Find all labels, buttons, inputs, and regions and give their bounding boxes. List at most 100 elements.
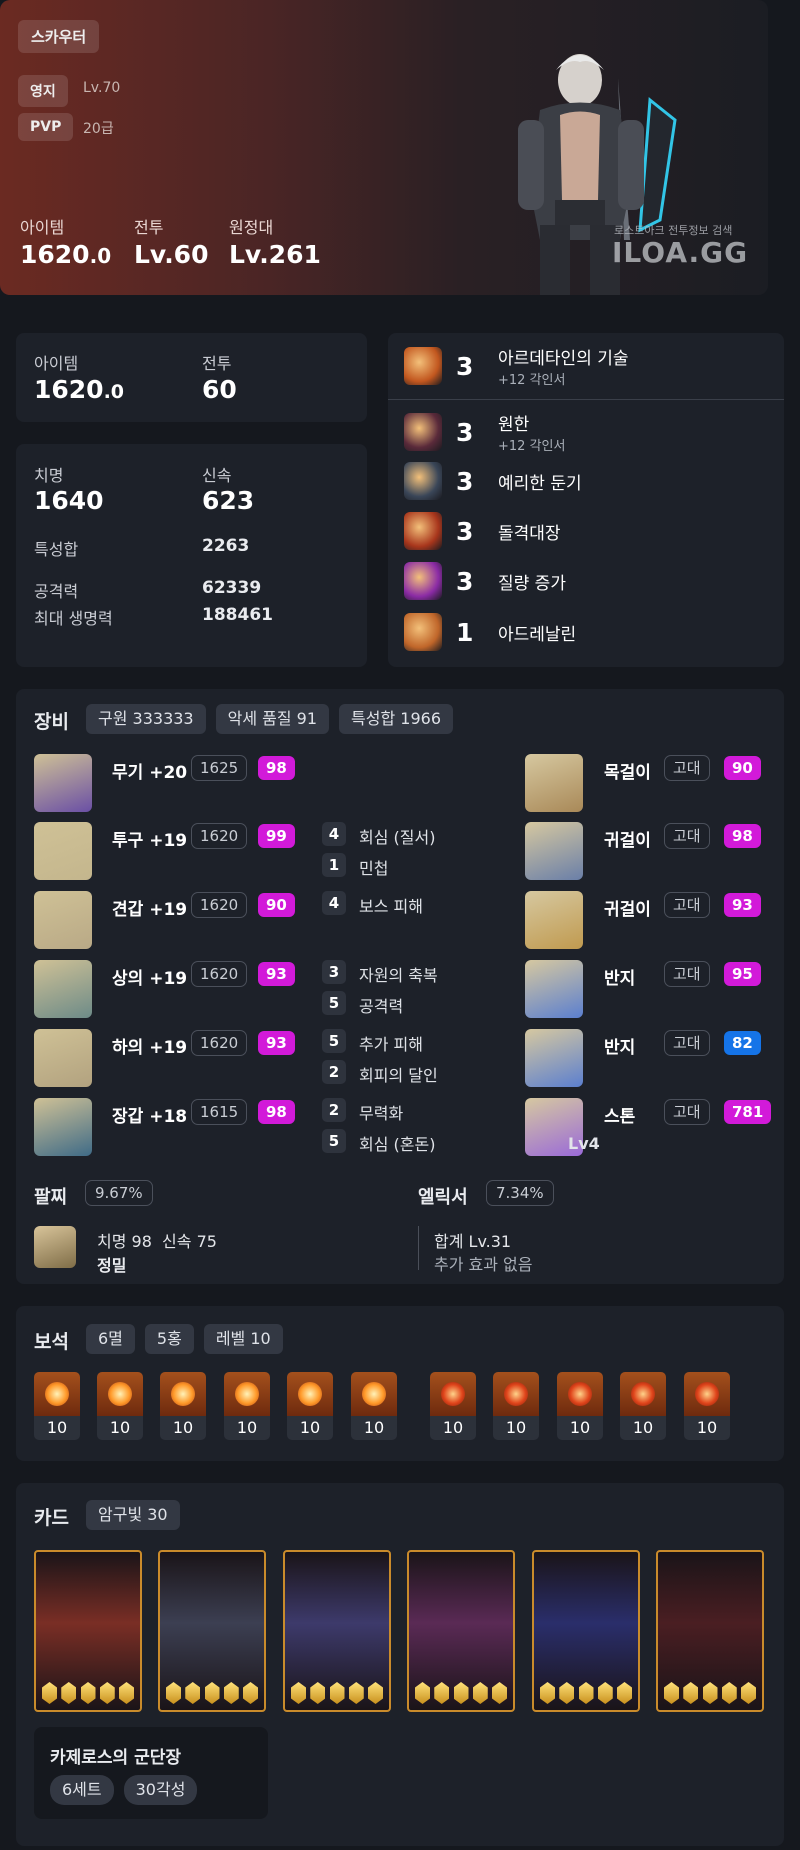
gem-level: 10 <box>620 1416 666 1440</box>
accessory-name: 목걸이 <box>604 763 651 783</box>
gear-icon[interactable] <box>34 754 92 812</box>
gear-icon[interactable] <box>34 891 92 949</box>
accessory-icon[interactable] <box>525 754 583 812</box>
option-name: 보스 피해 <box>359 897 423 916</box>
gear-name: 장갑 +18 <box>112 1107 188 1127</box>
awakening-gems <box>540 1682 632 1704</box>
hero-combat-value: Lv.60 <box>134 240 209 269</box>
option-level: 1 <box>322 853 346 877</box>
awakening-gems <box>42 1682 134 1704</box>
gem-slot[interactable]: 10 <box>493 1372 539 1440</box>
summary-card: 아이템 1620.0 전투 60 <box>16 333 367 422</box>
gem-slot[interactable]: 10 <box>224 1372 270 1440</box>
gem-slot[interactable]: 10 <box>97 1372 143 1440</box>
engraving-name: 예리한 둔기 <box>498 473 582 494</box>
gear-item-level: 1620 <box>191 961 248 987</box>
gem-icon <box>160 1372 206 1416</box>
gems-pill: 레벨 10 <box>203 1324 283 1354</box>
accessory-name: 귀걸이 <box>604 900 651 920</box>
legendary-card[interactable] <box>407 1550 515 1712</box>
summary-item-value: 1620.0 <box>34 375 125 404</box>
legendary-card[interactable] <box>34 1550 142 1712</box>
option-name: 민첩 <box>359 859 389 878</box>
accessory-quality: 95 <box>724 962 761 986</box>
crit-value: 1640 <box>34 486 104 515</box>
gem-icon <box>351 1372 397 1416</box>
elixir-total: 합계 Lv.31 <box>434 1232 512 1251</box>
accessory-icon[interactable] <box>525 822 583 880</box>
card-set-pills: 6세트 30각성 <box>50 1775 198 1805</box>
option-level: 4 <box>322 822 346 846</box>
gem-icon <box>430 1372 476 1416</box>
accessory-name: 반지 <box>604 969 636 989</box>
legendary-card[interactable] <box>283 1550 391 1712</box>
max-hp-label: 최대 생명력 <box>34 609 113 628</box>
option-level: 2 <box>322 1060 346 1084</box>
elixir-label: 엘릭서 <box>418 1187 468 1208</box>
gem-level: 10 <box>160 1416 206 1440</box>
engraving-book: +12 각인서 <box>498 373 566 388</box>
equipment-pill: 악세 품질 91 <box>215 704 330 734</box>
gear-quality: 93 <box>258 962 295 986</box>
gear-icon[interactable] <box>34 1098 92 1156</box>
gem-level: 10 <box>34 1416 80 1440</box>
gem-level: 10 <box>224 1416 270 1440</box>
card-set-pill: 30각성 <box>123 1775 198 1805</box>
gem-slot[interactable]: 10 <box>34 1372 80 1440</box>
engraving-row[interactable]: 3 예리한 둔기 <box>404 458 582 504</box>
accessory-grade: 고대 <box>664 755 710 781</box>
class-tag: 스카우터 <box>18 20 100 53</box>
engraving-name: 원한 <box>498 415 530 435</box>
gem-icon <box>684 1372 730 1416</box>
option-name: 회심 (혼돈) <box>359 1135 436 1154</box>
engraving-icon <box>404 413 442 451</box>
engraving-row[interactable]: 1 아드레날린 <box>404 609 576 655</box>
accessory-quality: 781 <box>724 1100 772 1124</box>
bracelet-icon[interactable] <box>34 1226 76 1268</box>
accessory-icon[interactable] <box>525 1029 583 1087</box>
accessory-icon[interactable] <box>525 891 583 949</box>
accessory-icon[interactable] <box>525 960 583 1018</box>
legendary-card[interactable] <box>532 1550 640 1712</box>
card-set-name: 카제로스의 군단장 <box>50 1748 182 1768</box>
hero-expedition-label: 원정대 <box>229 218 274 237</box>
equipment-pills: 구원 333333 악세 품질 91 특성합 1966 <box>86 704 453 734</box>
gear-item-level: 1615 <box>191 1099 248 1125</box>
gems-pills: 6멸 5홍 레벨 10 <box>86 1324 283 1354</box>
bracelet-effect: 정밀 <box>97 1256 127 1275</box>
engraving-level: 3 <box>456 417 474 447</box>
legendary-card[interactable] <box>656 1550 764 1712</box>
engraving-row[interactable]: 3 돌격대장 <box>404 508 561 554</box>
option-name: 자원의 축복 <box>359 966 438 985</box>
gem-level: 10 <box>493 1416 539 1440</box>
gear-icon[interactable] <box>34 822 92 880</box>
gem-slot[interactable]: 10 <box>684 1372 730 1440</box>
gem-slot[interactable]: 10 <box>287 1372 333 1440</box>
engraving-row[interactable]: 3 질량 증가 <box>404 558 566 604</box>
elixir-divider <box>418 1226 419 1270</box>
gem-slot[interactable]: 10 <box>160 1372 206 1440</box>
accessory-quality: 82 <box>724 1031 761 1055</box>
accessory-name: 스톤 <box>604 1107 636 1127</box>
gear-name: 견갑 +19 <box>112 900 188 920</box>
accessory-grade: 고대 <box>664 823 710 849</box>
gear-icon[interactable] <box>34 1029 92 1087</box>
gem-slot[interactable]: 10 <box>620 1372 666 1440</box>
swift-label: 신속 <box>202 466 232 485</box>
gear-quality: 98 <box>258 1100 295 1124</box>
engraving-row[interactable]: 3 아르데타인의 기술 +12 각인서 <box>404 343 629 389</box>
equipment-title: 장비 <box>34 711 69 733</box>
hero-item-value: 1620.0 <box>20 240 112 269</box>
gem-slot[interactable]: 10 <box>430 1372 476 1440</box>
engraving-book: +12 각인서 <box>498 439 566 454</box>
gear-item-level: 1620 <box>191 823 248 849</box>
gem-slot[interactable]: 10 <box>351 1372 397 1440</box>
gem-slot[interactable]: 10 <box>557 1372 603 1440</box>
gear-icon[interactable] <box>34 960 92 1018</box>
engraving-name: 질량 증가 <box>498 573 566 594</box>
gear-name: 하의 +19 <box>112 1038 188 1058</box>
gear-name: 투구 +19 <box>112 831 188 851</box>
legendary-card[interactable] <box>158 1550 266 1712</box>
crit-label: 치명 <box>34 466 64 485</box>
engraving-row[interactable]: 3 원한 +12 각인서 <box>404 409 565 455</box>
